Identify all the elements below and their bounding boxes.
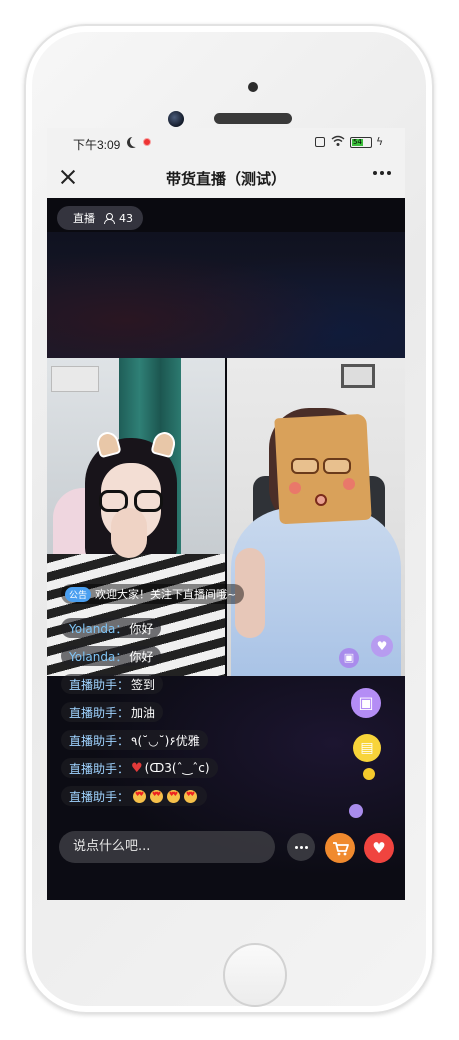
chat-text: (ↀ3(ˆ‿ˆc) xyxy=(144,761,210,775)
chat-message: 直播助手： ٩(˘◡˘)۶优雅 xyxy=(61,730,208,750)
guest-video-right xyxy=(227,358,405,676)
floating-coin-icon xyxy=(363,768,375,780)
bag-cheek-right xyxy=(343,478,355,490)
front-camera xyxy=(168,111,184,127)
chat-user: Yolanda： xyxy=(69,621,128,636)
battery-level: 54 xyxy=(352,138,363,146)
cart-icon xyxy=(333,842,349,856)
heart-eyes-emoji-icon xyxy=(184,789,198,803)
cat-ears-filter xyxy=(94,429,178,459)
bag-glasses xyxy=(291,458,351,474)
like-heart-icon: ♥ xyxy=(372,839,386,857)
bag-mouth xyxy=(315,494,327,506)
chat-user: 直播助手： xyxy=(69,677,130,692)
chat-message: Yolanda： 你好 xyxy=(61,646,162,666)
chat-user: 直播助手： xyxy=(69,705,130,720)
floating-gift-icon: ▣ xyxy=(339,648,359,668)
chat-text: 签到 xyxy=(131,677,156,692)
stream-backdrop xyxy=(47,232,405,358)
air-conditioner xyxy=(51,366,99,392)
wall-frame xyxy=(341,364,375,388)
viewer-icon xyxy=(103,213,115,224)
chat-text: 加油 xyxy=(131,705,156,720)
live-stream: 直播 43 公告 欢迎大家！关注下直播间哦~ Yolanda： 你好 Yolan… xyxy=(47,198,405,900)
heart-eyes-emoji-icon xyxy=(167,789,181,803)
like-button[interactable]: ♥ xyxy=(364,833,394,863)
more-icon[interactable] xyxy=(373,171,391,175)
host-hand xyxy=(111,508,147,558)
floating-heart-icon: ♥ xyxy=(371,635,393,657)
chat-user: 直播助手： xyxy=(69,733,130,748)
chat-user: 直播助手： xyxy=(69,789,130,804)
heart-eyes-emoji-icon xyxy=(150,789,164,803)
announcement-tag: 公告 xyxy=(65,586,92,602)
charging-icon: ϟ xyxy=(376,135,384,148)
chat-user: 直播助手： xyxy=(69,761,130,776)
live-label: 直播 xyxy=(73,212,95,225)
heart-emoji-icon: ♥ xyxy=(131,760,143,776)
front-sensor xyxy=(248,82,258,92)
shopping-bag-icon[interactable]: ▤ xyxy=(353,734,381,762)
chat-text: 你好 xyxy=(129,649,154,664)
sim-icon xyxy=(315,137,325,147)
heart-eyes-emoji-icon xyxy=(133,789,147,803)
earpiece-speaker xyxy=(214,113,292,124)
status-bar: 下午3:09 54 ϟ xyxy=(47,128,405,158)
chat-text: 你好 xyxy=(129,621,154,636)
chat-message: 直播助手： 加油 xyxy=(61,702,164,722)
viewer-count: 43 xyxy=(119,211,133,225)
moon-icon xyxy=(130,136,141,147)
gift-icon[interactable]: ▣ xyxy=(351,688,381,718)
more-actions-button[interactable] xyxy=(287,833,315,861)
wifi-icon xyxy=(331,135,345,146)
chat-message: Yolanda： 你好 xyxy=(61,618,162,638)
bag-cheek-left xyxy=(289,482,301,494)
floating-emoji-icon xyxy=(349,804,363,818)
announcement-bar: 公告 欢迎大家！关注下直播间哦~ xyxy=(61,584,245,604)
phone-screen: 下午3:09 54 ϟ 带货直播（测试） 直播 43 公告 欢迎大家！关注下直播… xyxy=(47,128,405,900)
chat-message: 直播助手： 签到 xyxy=(61,674,164,694)
announcement-text: 欢迎大家！关注下直播间哦~ xyxy=(95,588,237,601)
chat-message: 直播助手： xyxy=(61,786,208,806)
nav-bar: 带货直播（测试） xyxy=(47,158,405,198)
battery-icon: 54 xyxy=(350,137,372,148)
comment-input[interactable]: 说点什么吧... xyxy=(59,831,275,863)
record-icon xyxy=(143,138,151,146)
status-time: 下午3:09 xyxy=(73,138,121,152)
live-status-pill: 直播 43 xyxy=(57,206,143,230)
home-button[interactable] xyxy=(223,943,287,1007)
page-title: 带货直播（测试） xyxy=(165,170,286,188)
chat-text: ٩(˘◡˘)۶优雅 xyxy=(131,733,200,748)
chat-user: Yolanda： xyxy=(69,649,128,664)
chat-message: 直播助手： ♥ (ↀ3(ˆ‿ˆc) xyxy=(61,758,218,778)
cart-button[interactable] xyxy=(325,833,355,863)
